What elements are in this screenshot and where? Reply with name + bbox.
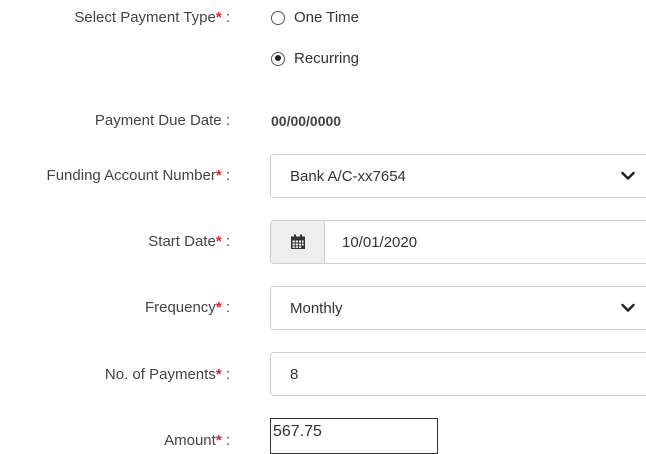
frequency-label: Frequency* :: [144, 299, 230, 316]
calendar-icon: [290, 234, 305, 249]
due-date-label: Payment Due Date :: [94, 112, 230, 129]
frequency-select[interactable]: Monthly: [270, 286, 646, 330]
num-payments-input[interactable]: 8: [270, 352, 646, 396]
amount-input[interactable]: 567.75: [270, 418, 438, 454]
num-payments-value: 8: [290, 365, 299, 383]
funding-account-value: Bank A/C-xx7654: [290, 167, 406, 185]
start-date-label: Start Date* :: [148, 233, 230, 250]
radio-one-time[interactable]: One Time: [271, 9, 359, 26]
radio-recurring[interactable]: Recurring: [271, 50, 359, 67]
due-date-value: 00/00/0000: [271, 113, 342, 129]
amount-label: Amount* :: [164, 432, 230, 449]
start-date-value: 10/01/2020: [342, 233, 418, 251]
radio-one-time-label[interactable]: One Time: [294, 9, 359, 26]
payment-type-label: Select Payment Type* :: [74, 9, 230, 26]
calendar-button[interactable]: [271, 221, 325, 263]
frequency-value: Monthly: [290, 299, 343, 317]
chevron-down-icon[interactable]: [620, 300, 636, 316]
radio-recurring-label[interactable]: Recurring: [294, 50, 359, 67]
radio-one-time-circle[interactable]: [271, 10, 285, 25]
num-payments-label: No. of Payments* :: [104, 366, 230, 383]
funding-account-label: Funding Account Number* :: [46, 167, 230, 184]
chevron-down-icon[interactable]: [620, 168, 636, 184]
funding-account-select[interactable]: Bank A/C-xx7654: [270, 154, 646, 198]
start-date-input[interactable]: 10/01/2020: [270, 220, 646, 264]
radio-recurring-circle[interactable]: [271, 51, 285, 66]
